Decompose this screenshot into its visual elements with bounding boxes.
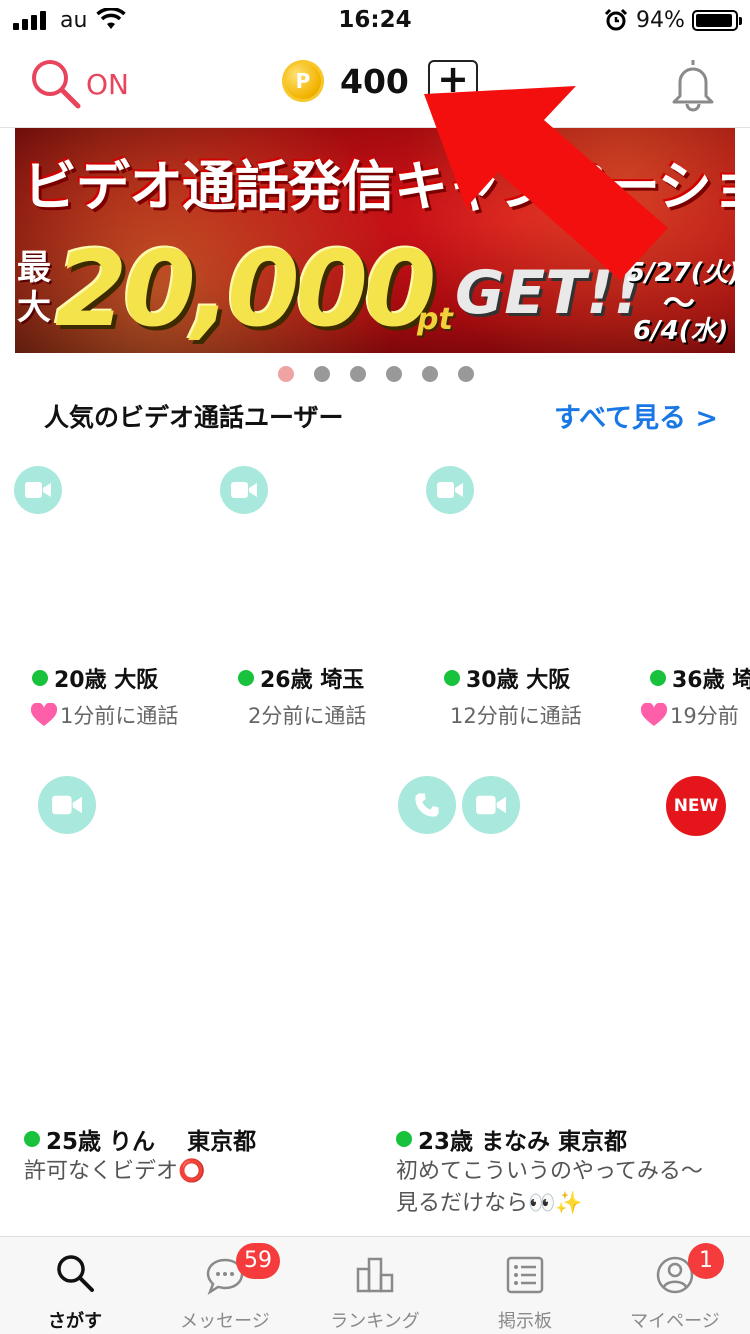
- tab-ranking[interactable]: ランキング: [300, 1237, 450, 1334]
- banner-date-end: 6/4(水): [633, 316, 729, 346]
- search-status-label: ON: [86, 67, 129, 101]
- unread-message-badge: 59: [236, 1243, 280, 1279]
- points-display: P 400: [282, 60, 409, 102]
- tab-mypage[interactable]: 1 マイページ: [600, 1237, 750, 1334]
- online-status-icon: [650, 670, 666, 686]
- user-area: 大阪: [114, 668, 159, 693]
- carousel-dot[interactable]: [422, 366, 438, 382]
- user-info: 36歳 埼: [650, 662, 750, 694]
- user-name: まなみ: [481, 1129, 551, 1155]
- banner-unit: pt: [417, 302, 453, 337]
- online-status-icon: [32, 670, 48, 686]
- video-call-icon: [462, 776, 520, 834]
- user-message: 許可なくビデオ⭕️: [24, 1159, 206, 1184]
- status-bar: au 16:24 94%: [0, 0, 750, 40]
- last-call-text: 1分前に通話: [60, 704, 179, 728]
- online-status-icon: [238, 670, 254, 686]
- tab-label: メッセージ: [180, 1311, 270, 1332]
- user-area: 埼玉: [320, 668, 365, 693]
- popular-user-card[interactable]: 20歳 大阪 1分前に通話: [14, 466, 214, 736]
- user-info: 23歳 まなみ 東京都: [396, 1122, 627, 1156]
- carousel-pagination: [278, 366, 474, 382]
- video-call-icon: [38, 776, 96, 834]
- podium-icon: [356, 1257, 394, 1293]
- notification-bell-icon[interactable]: [668, 56, 718, 112]
- tab-label: マイページ: [630, 1311, 720, 1332]
- last-call-text: 19分前: [670, 704, 739, 728]
- tab-label: さがす: [48, 1311, 102, 1332]
- user-name: りん: [109, 1129, 156, 1155]
- see-all-link[interactable]: すべて見る >: [554, 396, 718, 435]
- board-icon: [506, 1256, 544, 1294]
- app-header: ON P 400 +: [0, 40, 750, 128]
- video-call-icon: [220, 466, 268, 514]
- carousel-dot[interactable]: [350, 366, 366, 382]
- user-area: 大阪: [526, 668, 571, 693]
- video-call-icon: [14, 466, 62, 514]
- popular-user-card[interactable]: 26歳 埼玉 2分前に通話: [220, 466, 420, 736]
- user-area: 埼: [732, 668, 750, 693]
- banner-amount: 20,000: [55, 228, 436, 350]
- search-status-toggle[interactable]: ON: [30, 58, 129, 110]
- user-info: 26歳 埼玉: [238, 662, 364, 694]
- banner-headline: ビデオ通話発信キャンペーション: [23, 155, 735, 218]
- alarm-icon: [604, 8, 628, 31]
- battery-percentage: 94%: [636, 8, 685, 33]
- user-age: 25歳: [46, 1129, 102, 1155]
- campaign-banner[interactable]: ビデオ通話発信キャンペーション 最大 20,000 pt GET!! 5/27(…: [15, 128, 735, 353]
- search-icon: [57, 1255, 94, 1292]
- tab-label: 掲示板: [498, 1311, 552, 1332]
- banner-prefix: 最大: [17, 248, 51, 328]
- tab-label: ランキング: [330, 1311, 420, 1332]
- popular-user-card[interactable]: 36歳 埼 19分前: [632, 466, 750, 736]
- points-amount: 400: [340, 61, 409, 101]
- user-age: 20歳: [54, 668, 107, 693]
- carousel-dot[interactable]: [278, 366, 294, 382]
- add-points-button[interactable]: +: [428, 60, 478, 102]
- video-call-icon: [426, 466, 474, 514]
- heart-icon: [30, 703, 58, 726]
- online-status-icon: [396, 1131, 412, 1147]
- last-call-text: 12分前に通話: [450, 704, 582, 728]
- search-icon: [32, 60, 81, 109]
- heart-icon: [640, 703, 668, 726]
- tab-search[interactable]: さがす: [0, 1237, 150, 1334]
- bottom-tab-bar: さがす 59 メッセージ ランキング 掲示板 1 マイページ: [0, 1236, 750, 1334]
- notification-badge: 1: [688, 1243, 724, 1279]
- last-call-time: 2分前に通話: [248, 700, 366, 730]
- user-info: 20歳 大阪: [32, 662, 158, 694]
- user-info: 30歳 大阪: [444, 662, 570, 694]
- user-area: 東京都: [187, 1129, 257, 1155]
- last-call-time: 12分前に通話: [450, 700, 582, 730]
- banner-get: GET!!: [455, 258, 641, 328]
- last-call-text: 2分前に通話: [248, 704, 367, 728]
- user-age: 23歳: [418, 1129, 474, 1155]
- online-status-icon: [444, 670, 460, 686]
- carousel-dot[interactable]: [458, 366, 474, 382]
- battery-icon: [692, 10, 742, 31]
- point-coin-icon: P: [282, 60, 324, 102]
- user-grid-card[interactable]: NEW 23歳 まなみ 東京都 初めてこういうのやってみる〜見るだけなら👀✨: [386, 776, 746, 1226]
- tab-messages[interactable]: 59 メッセージ: [150, 1237, 300, 1334]
- last-call-time: 19分前: [640, 700, 739, 730]
- user-age: 30歳: [466, 668, 519, 693]
- online-status-icon: [24, 1131, 40, 1147]
- user-grid-card[interactable]: 25歳 りん 東京都 許可なくビデオ⭕️: [14, 776, 374, 1226]
- last-call-time: 1分前に通話: [30, 700, 178, 730]
- user-age: 26歳: [260, 668, 313, 693]
- user-age: 36歳: [672, 668, 725, 693]
- phone-call-icon: [398, 776, 456, 834]
- user-message: 初めてこういうのやってみる〜見るだけなら👀✨: [396, 1159, 703, 1216]
- carousel-dot[interactable]: [386, 366, 402, 382]
- new-badge: NEW: [666, 776, 726, 836]
- popular-user-card[interactable]: 30歳 大阪 12分前に通話: [426, 466, 626, 736]
- carousel-dot[interactable]: [314, 366, 330, 382]
- section-title: 人気のビデオ通話ユーザー: [44, 403, 344, 432]
- user-info: 25歳 りん 東京都: [24, 1122, 256, 1156]
- user-area: 東京都: [558, 1129, 628, 1155]
- tab-board[interactable]: 掲示板: [450, 1237, 600, 1334]
